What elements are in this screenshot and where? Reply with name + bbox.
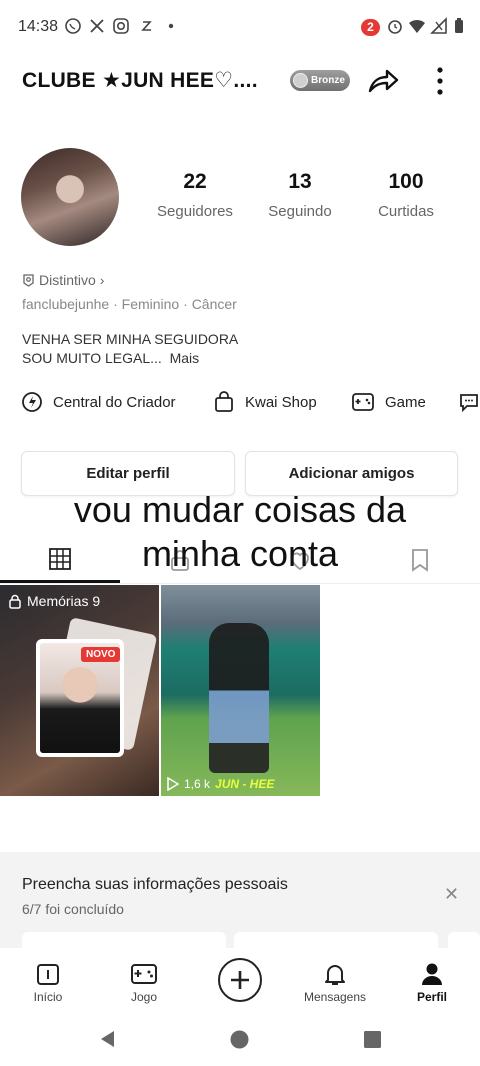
following-label: Seguindo	[268, 203, 332, 220]
status-time: 14:38	[18, 18, 59, 35]
shortcut-label: Central do Criador	[53, 393, 176, 411]
whatsapp-icon	[65, 18, 81, 34]
bio-line: SOU MUITO LEGAL...	[22, 350, 162, 366]
shortcut-label: Game	[385, 393, 426, 411]
gamepad-icon	[352, 393, 374, 411]
back-icon[interactable]	[99, 1030, 117, 1048]
bell-icon	[325, 965, 345, 985]
video-thumbnail[interactable]: 1,6 k JUN - HEE	[161, 585, 320, 796]
stat-seguindo[interactable]: 13 Seguindo	[258, 170, 342, 220]
memories-thumbnail[interactable]: Memórias 9 NOVO	[0, 585, 159, 796]
following-count: 13	[288, 170, 312, 193]
followers-count: 22	[183, 170, 207, 193]
badge-icon	[23, 273, 34, 287]
home-icon	[37, 964, 59, 985]
bio-more-link[interactable]: Mais	[170, 350, 200, 366]
share-arrow-icon[interactable]	[366, 64, 400, 96]
creator-center-icon	[22, 392, 42, 412]
memories-label: Memórias 9	[8, 593, 100, 609]
home-circle-icon[interactable]	[230, 1030, 249, 1049]
create-button[interactable]	[218, 958, 262, 1002]
shortcut-creator-center[interactable]: Central do Criador	[21, 391, 176, 413]
likes-label: Curtidas	[378, 203, 434, 220]
video-views-count: 1,6 k	[184, 777, 211, 791]
shortcut-kwai-shop[interactable]: Kwai Shop	[213, 391, 317, 413]
distintivo-label: Distintivo	[39, 272, 96, 288]
dot-icon	[168, 23, 174, 29]
app-icon	[141, 21, 152, 31]
meta-separator: ·	[183, 296, 192, 312]
shortcut-label: Kwai Shop	[245, 393, 317, 411]
system-nav-bar	[0, 1010, 480, 1066]
bronze-badge-label: Bronze	[311, 75, 345, 86]
bronze-coin-icon	[293, 73, 308, 88]
meta-separator: ·	[113, 296, 122, 312]
info-card-progress: 6/7 foi concluído	[22, 901, 124, 917]
profile-handle: fanclubejunhe	[22, 296, 110, 312]
avatar[interactable]	[21, 148, 119, 246]
more-vertical-icon[interactable]	[432, 66, 448, 96]
profile-meta: fanclubejunhe · Feminino · Câncer	[22, 296, 237, 312]
followers-label: Seguidores	[157, 203, 233, 220]
alarm-icon	[388, 20, 402, 34]
profile-bio: VENHA SER MINHA SEGUIDORA SOU MUITO LEGA…	[22, 330, 238, 368]
new-badge: NOVO	[81, 647, 121, 662]
bio-line: VENHA SER MINHA SEGUIDORA	[22, 331, 239, 347]
overlay-caption: vou mudar coisas da minha conta	[0, 488, 480, 576]
video-overlay-text: JUN - HEE	[215, 777, 275, 791]
chevron-right-icon: ›	[99, 272, 105, 288]
info-card-title: Preencha suas informações pessoais	[22, 876, 288, 893]
chat-bubble-icon[interactable]	[458, 391, 480, 413]
stat-seguidores[interactable]: 22 Seguidores	[150, 170, 240, 220]
nav-label: Início	[33, 990, 63, 1004]
signal-icon	[430, 17, 447, 34]
nav-label: Mensagens	[303, 990, 367, 1004]
caption-line: minha conta	[141, 533, 339, 574]
nav-label: Jogo	[130, 990, 158, 1004]
play-icon	[167, 777, 179, 791]
plus-icon	[231, 971, 249, 989]
shopping-bag-icon	[215, 391, 233, 412]
lock-small-icon	[9, 594, 21, 609]
stat-curtidas[interactable]: 100 Curtidas	[366, 170, 446, 220]
instagram-icon	[113, 18, 129, 34]
profile-gender: Feminino	[121, 296, 180, 312]
pinwheel-icon	[90, 19, 104, 33]
battery-icon	[455, 18, 463, 33]
close-icon[interactable]: ✕	[444, 884, 459, 905]
game-icon	[131, 964, 157, 984]
nav-mensagens[interactable]: Mensagens	[300, 960, 370, 1004]
nav-jogo[interactable]: Jogo	[109, 960, 179, 1004]
profile-sign: Câncer	[191, 296, 237, 312]
likes-count: 100	[388, 170, 424, 193]
recents-icon[interactable]	[364, 1031, 381, 1048]
caption-line: vou mudar coisas da	[73, 489, 407, 530]
nav-perfil[interactable]: Perfil	[397, 960, 467, 1004]
video-views: 1,6 k JUN - HEE	[167, 777, 274, 791]
memories-text: Memórias 9	[27, 593, 101, 609]
distintivo-link[interactable]: Distintivo ›	[22, 272, 104, 288]
nav-inicio[interactable]: Início	[13, 960, 83, 1004]
shortcut-game[interactable]: Game	[351, 391, 426, 413]
profile-title: CLUBE ★JUN HEE♡....	[22, 69, 258, 92]
nav-label: Perfil	[416, 990, 447, 1004]
bronze-level-badge[interactable]: Bronze	[290, 70, 350, 91]
video-preview-figure	[209, 623, 269, 773]
notification-count-badge: 2	[361, 19, 380, 36]
wifi-icon	[409, 19, 425, 33]
active-tab-indicator	[0, 580, 120, 583]
person-icon	[422, 963, 442, 985]
